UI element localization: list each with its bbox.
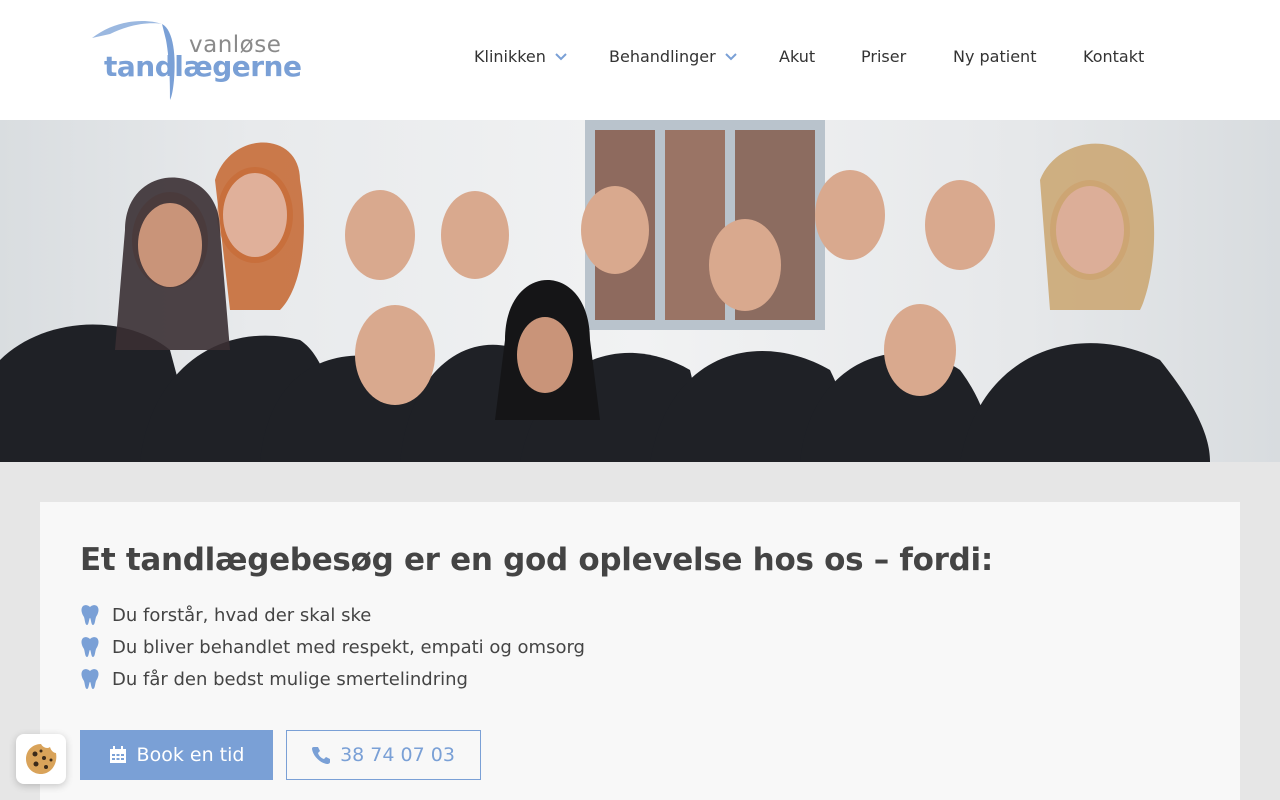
nav-item-behandlinger[interactable]: Behandlinger	[609, 47, 738, 66]
benefit-text: Du får den bedst mulige smertelindring	[112, 668, 468, 690]
benefits-list: Du forstår, hvad der skal ske Du bliver …	[80, 599, 585, 695]
nav-label: Behandlinger	[609, 47, 716, 66]
cookie-settings-button[interactable]	[16, 734, 66, 784]
nav-item-ny-patient[interactable]: Ny patient	[953, 47, 1036, 66]
tooth-icon	[81, 605, 99, 625]
nav-item-klinikken[interactable]: Klinikken	[474, 47, 568, 66]
nav-item-priser[interactable]: Priser	[861, 47, 906, 66]
site-logo[interactable]: vanløse tandlægerne	[90, 18, 302, 102]
book-label: Book en tid	[136, 744, 245, 766]
site-header: vanløse tandlægerne Klinikken Behandling…	[0, 0, 1280, 120]
hero-team-photo	[0, 120, 1280, 462]
phone-button[interactable]: 38 74 07 03	[286, 730, 481, 780]
chevron-down-icon	[555, 52, 567, 60]
cookie-icon	[26, 744, 57, 774]
nav-item-akut[interactable]: Akut	[779, 47, 815, 66]
phone-label: 38 74 07 03	[340, 744, 455, 766]
phone-icon	[312, 747, 331, 764]
tooth-icon	[81, 669, 99, 689]
benefit-item: Du får den bedst mulige smertelindring	[80, 663, 585, 695]
nav-item-kontakt[interactable]: Kontakt	[1083, 47, 1144, 66]
intro-title: Et tandlægebesøg er en god oplevelse hos…	[80, 542, 993, 578]
benefit-item: Du forstår, hvad der skal ske	[80, 599, 585, 631]
book-appointment-button[interactable]: Book en tid	[80, 730, 273, 780]
tooth-icon	[81, 637, 99, 657]
benefit-text: Du forstår, hvad der skal ske	[112, 604, 372, 626]
benefit-item: Du bliver behandlet med respekt, empati …	[80, 631, 585, 663]
calendar-icon	[109, 746, 126, 763]
nav-label: Akut	[779, 47, 816, 66]
nav-label: Kontakt	[1083, 47, 1145, 66]
chevron-down-icon	[724, 52, 737, 60]
nav-label: Klinikken	[474, 47, 546, 66]
benefit-text: Du bliver behandlet med respekt, empati …	[112, 636, 585, 658]
logo-text-bottom: tandlægerne	[104, 50, 302, 83]
intro-card: Et tandlægebesøg er en god oplevelse hos…	[40, 502, 1240, 800]
nav-label: Priser	[861, 47, 907, 66]
team-photo	[0, 120, 1210, 462]
nav-label: Ny patient	[953, 47, 1037, 66]
